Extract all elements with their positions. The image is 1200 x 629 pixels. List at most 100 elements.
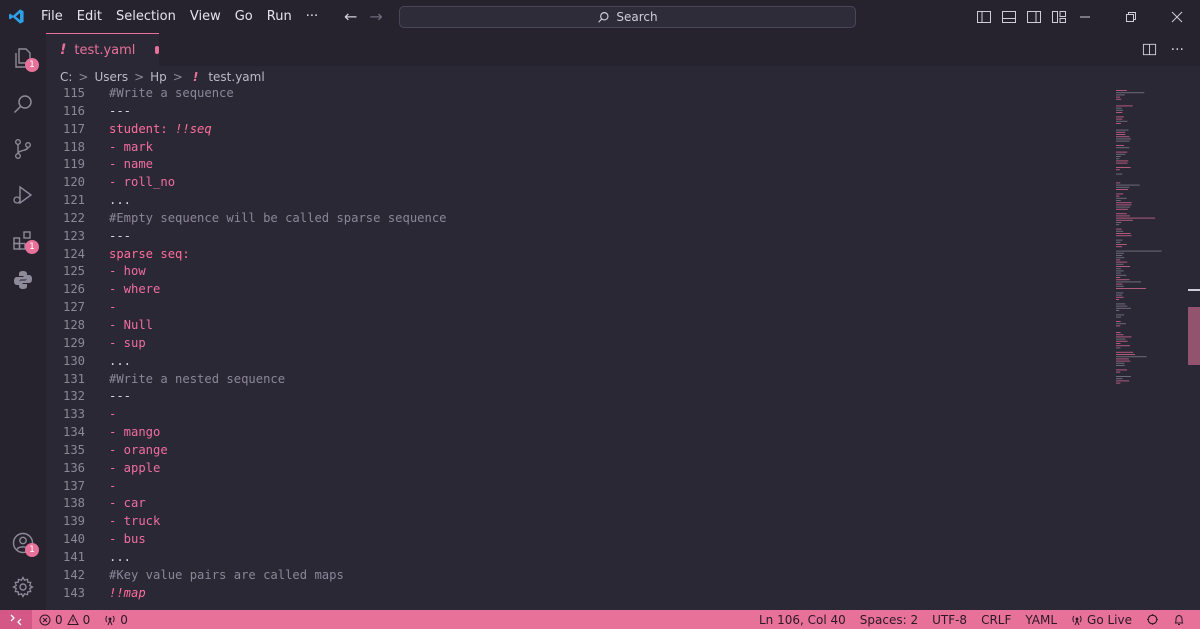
code-line[interactable]: 122 #Empty sequence will be called sparse…	[46, 210, 1106, 228]
line-number: 121	[62, 193, 85, 208]
code-line[interactable]: 124 sparse seq:	[46, 246, 1106, 264]
code-line[interactable]: 115 #Write a sequence	[46, 88, 1106, 103]
minimap-line	[1116, 268, 1121, 270]
minimap[interactable]	[1114, 88, 1174, 388]
code-line[interactable]: 123 ---	[46, 228, 1106, 246]
back-arrow-icon[interactable]: ←	[344, 7, 357, 26]
command-search-box[interactable]: Search	[399, 6, 856, 28]
code-line[interactable]: 131 #Write a nested sequence	[46, 371, 1106, 389]
problems-indicator[interactable]: 0 0	[32, 613, 97, 627]
scroll-thumb[interactable]	[1188, 307, 1200, 365]
code-lines[interactable]: 115 #Write a sequence 116 --- 117 student: !!…	[46, 88, 1106, 602]
breadcrumb-drive[interactable]: C:	[60, 70, 72, 84]
more-actions-icon[interactable]: ···	[1171, 42, 1184, 58]
unsaved-dot-icon[interactable]	[155, 46, 159, 54]
minimap-line	[1116, 158, 1120, 160]
code-line[interactable]: 138 - car	[46, 495, 1106, 513]
accounts-button[interactable]: 1	[0, 520, 46, 566]
chevron-right-icon: >	[172, 70, 183, 84]
minimap-line	[1116, 129, 1129, 131]
python-button[interactable]	[0, 257, 46, 303]
code-token: - apple	[109, 460, 161, 475]
vertical-scrollbar[interactable]	[1188, 88, 1200, 610]
split-editor-icon[interactable]	[1142, 42, 1157, 57]
encoding[interactable]: UTF-8	[925, 613, 974, 627]
code-line[interactable]: 126 - where	[46, 281, 1106, 299]
code-line[interactable]: 135 - orange	[46, 442, 1106, 460]
toggle-secondary-sidebar-icon[interactable]	[1026, 9, 1042, 25]
cursor-position[interactable]: Ln 106, Col 40	[752, 613, 853, 627]
code-line[interactable]: 116 ---	[46, 103, 1106, 121]
code-line[interactable]: 136 - apple	[46, 460, 1106, 478]
code-line[interactable]: 142 #Key value pairs are called maps	[46, 567, 1106, 585]
code-line[interactable]: 117 student: !!seq	[46, 121, 1106, 139]
tab-test-yaml[interactable]: ! test.yaml	[46, 33, 159, 66]
manage-button[interactable]	[0, 564, 46, 610]
source-control-button[interactable]	[0, 126, 46, 172]
menu-go[interactable]: Go	[228, 0, 260, 33]
menu-run[interactable]: Run	[260, 0, 299, 33]
minimap-line	[1116, 382, 1121, 384]
menu-edit[interactable]: Edit	[70, 0, 109, 33]
ports-count: 0	[120, 612, 128, 627]
ports-indicator[interactable]: 0	[97, 613, 135, 627]
close-button[interactable]	[1154, 0, 1200, 33]
minimap-line	[1116, 362, 1125, 364]
search-view-button[interactable]	[0, 81, 46, 127]
code-line[interactable]: 137 -	[46, 478, 1106, 496]
yaml-file-icon: !	[192, 70, 199, 84]
search-icon	[13, 95, 32, 114]
code-line[interactable]: 120 - roll_no	[46, 174, 1106, 192]
minimize-button[interactable]	[1062, 0, 1108, 33]
line-number: 127	[62, 300, 85, 315]
code-line[interactable]: 140 - bus	[46, 531, 1106, 549]
minimap-line	[1116, 193, 1124, 195]
code-line[interactable]: 130...	[46, 353, 1106, 371]
notifications-button[interactable]	[1166, 614, 1192, 626]
code-line[interactable]: 134 - mango	[46, 424, 1106, 442]
minimap-line	[1116, 118, 1123, 120]
restore-button[interactable]	[1108, 0, 1154, 33]
code-line[interactable]: 127 -	[46, 299, 1106, 317]
code-line[interactable]: 121...	[46, 192, 1106, 210]
code-line[interactable]: 143 !!map	[46, 585, 1106, 603]
code-line[interactable]: 133 -	[46, 406, 1106, 424]
indentation[interactable]: Spaces: 2	[853, 613, 925, 627]
line-text: ---	[109, 228, 131, 246]
run-debug-button[interactable]	[0, 172, 46, 218]
feedback-button[interactable]	[1139, 613, 1166, 626]
line-endings[interactable]: CRLF	[974, 613, 1018, 627]
code-line[interactable]: 119 - name	[46, 156, 1106, 174]
menu-more[interactable]: ···	[299, 0, 325, 33]
minimap-line	[1116, 160, 1129, 162]
breadcrumb-user[interactable]: Hp	[150, 70, 167, 84]
code-line[interactable]: 118 - mark	[46, 139, 1106, 157]
code-line[interactable]: 125 - how	[46, 263, 1106, 281]
code-editor[interactable]: 115 #Write a sequence 116 --- 117 student: !!…	[46, 88, 1200, 610]
minimap-line	[1116, 189, 1128, 190]
toggle-primary-sidebar-icon[interactable]	[976, 9, 992, 25]
code-line[interactable]: 139 - truck	[46, 513, 1106, 531]
breadcrumb-file[interactable]: test.yaml	[208, 70, 264, 84]
language-mode[interactable]: YAML	[1018, 613, 1064, 627]
minimap-line	[1116, 380, 1130, 382]
remote-button[interactable]	[0, 610, 32, 629]
breadcrumb-users[interactable]: Users	[94, 70, 128, 84]
menu-view[interactable]: View	[183, 0, 228, 33]
code-line[interactable]: 141...	[46, 549, 1106, 567]
line-text: !!map	[109, 585, 146, 603]
line-number: 139	[62, 514, 85, 529]
explorer-button[interactable]: 1	[0, 35, 46, 81]
minimap-line	[1116, 246, 1123, 248]
toggle-panel-icon[interactable]	[1001, 9, 1017, 25]
menu-selection[interactable]: Selection	[109, 0, 183, 33]
menu-file[interactable]: File	[34, 0, 70, 33]
minimap-line	[1116, 347, 1121, 349]
go-live-button[interactable]: Go Live	[1064, 613, 1139, 627]
code-line[interactable]: 132 ---	[46, 388, 1106, 406]
explorer-badge: 1	[25, 58, 39, 72]
code-line[interactable]: 129 - sup	[46, 335, 1106, 353]
forward-arrow-icon[interactable]: →	[369, 7, 382, 26]
code-token: ---	[109, 228, 132, 243]
code-line[interactable]: 128 - Null	[46, 317, 1106, 335]
